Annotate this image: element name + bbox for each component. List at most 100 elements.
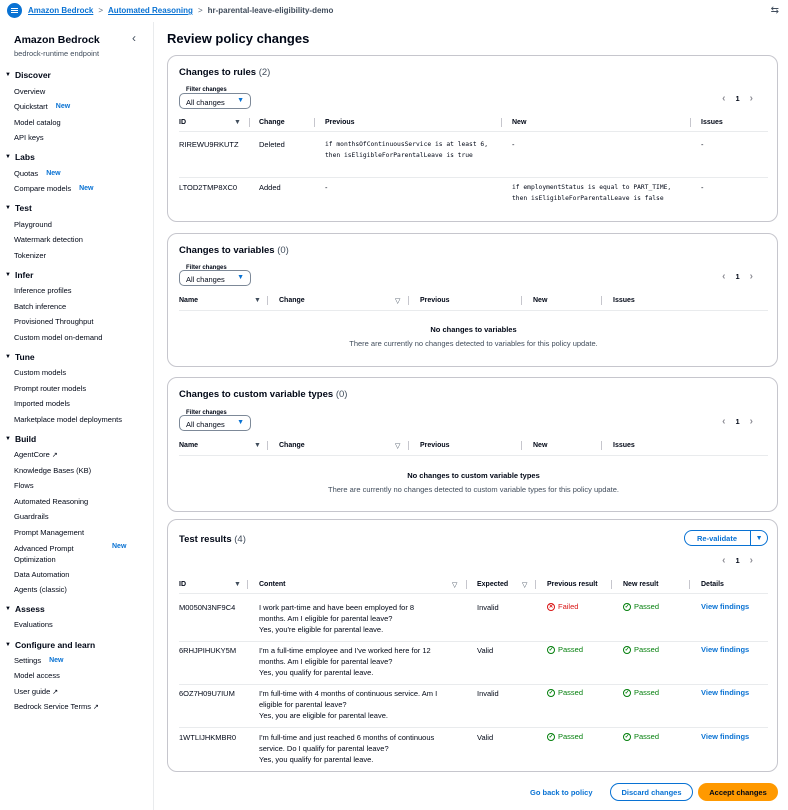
page-number[interactable]: 1 [735, 556, 739, 565]
col-header-change[interactable]: Change [279, 297, 305, 304]
col-header-name[interactable]: Name [179, 297, 198, 304]
sort-icon[interactable]: ▽ [395, 297, 400, 305]
sidebar-item-provisioned-throughput[interactable]: Provisioned Throughput [14, 317, 94, 326]
next-page-icon[interactable]: › [750, 416, 753, 427]
sort-icon[interactable]: ▼ [234, 581, 241, 588]
sidebar-section-assess[interactable]: ▼ Assess [5, 604, 45, 614]
sidebar-section-infer[interactable]: ▼ Infer [5, 270, 33, 280]
sidebar-item-service-terms[interactable]: Bedrock Service Terms ↗ [14, 702, 99, 711]
sidebar-item-prompt-management[interactable]: Prompt Management [14, 528, 84, 537]
sidebar-section-build[interactable]: ▼ Build [5, 434, 36, 444]
col-header-issues[interactable]: Issues [701, 119, 723, 126]
prev-page-icon[interactable]: ‹ [722, 93, 725, 104]
sort-icon[interactable]: ▽ [395, 442, 400, 450]
col-header-previous[interactable]: Previous [420, 442, 450, 449]
next-page-icon[interactable]: › [750, 555, 753, 566]
sidebar-item-watermark-detection[interactable]: Watermark detection [14, 235, 83, 244]
view-findings-link[interactable]: View findings [701, 688, 749, 697]
breadcrumb-automated-reasoning[interactable]: Automated Reasoning [108, 6, 193, 15]
sidebar-item-compare-models[interactable]: Compare models New [14, 184, 94, 193]
view-findings-link[interactable]: View findings [701, 645, 749, 654]
sidebar-section-discover[interactable]: ▼ Discover [5, 70, 51, 80]
sort-icon[interactable]: ▼ [254, 297, 261, 304]
col-header-previous-result[interactable]: Previous result [547, 581, 598, 588]
sidebar-item-model-catalog[interactable]: Model catalog [14, 118, 61, 127]
sidebar-item-prompt-router-models[interactable]: Prompt router models [14, 384, 86, 393]
col-header-change[interactable]: Change [259, 119, 285, 126]
sort-icon[interactable]: ▼ [254, 442, 261, 449]
sidebar-item-tokenizer[interactable]: Tokenizer [14, 251, 46, 260]
col-header-id[interactable]: ID [179, 119, 186, 126]
column-divider [267, 441, 268, 450]
sidebar-item-playground[interactable]: Playground [14, 220, 52, 229]
sidebar-item-evaluations[interactable]: Evaluations [14, 620, 53, 629]
collapse-sidebar-icon[interactable]: ‹ [132, 31, 136, 45]
sidebar-item-agentcore[interactable]: AgentCore ↗ [14, 450, 58, 459]
sidebar-item-quickstart[interactable]: Quickstart New [14, 102, 70, 111]
caret-down-icon[interactable]: ▼ [751, 535, 767, 542]
filter-select[interactable]: All changes ▼ [179, 415, 251, 431]
sidebar-item-knowledge-bases[interactable]: Knowledge Bases (KB) [14, 466, 91, 475]
sidebar-item-batch-inference[interactable]: Batch inference [14, 302, 66, 311]
view-findings-link[interactable]: View findings [701, 732, 749, 741]
sidebar-item-user-guide[interactable]: User guide ↗ [14, 687, 58, 696]
filter-select[interactable]: All changes ▼ [179, 270, 251, 286]
col-header-id[interactable]: ID [179, 581, 186, 588]
go-back-button[interactable]: Go back to policy [530, 788, 593, 797]
prev-page-icon[interactable]: ‹ [722, 271, 725, 282]
discard-changes-button[interactable]: Discard changes [610, 783, 693, 801]
prev-page-icon[interactable]: ‹ [722, 555, 725, 566]
split-panel-icon[interactable]: ⇆ [771, 5, 779, 16]
view-findings-link[interactable]: View findings [701, 602, 749, 611]
sidebar-item-model-access[interactable]: Model access [14, 671, 60, 680]
sidebar-item-automated-reasoning[interactable]: Automated Reasoning [14, 497, 88, 506]
caret-down-icon: ▼ [237, 419, 244, 426]
page-number[interactable]: 1 [735, 417, 739, 426]
col-header-issues[interactable]: Issues [613, 442, 635, 449]
sidebar-item-settings[interactable]: Settings New [14, 656, 64, 665]
sidebar-item-marketplace-deployments[interactable]: Marketplace model deployments [14, 415, 122, 424]
sidebar-item-quotas[interactable]: Quotas New [14, 169, 61, 178]
breadcrumb-amazon-bedrock[interactable]: Amazon Bedrock [28, 6, 93, 15]
prev-page-icon[interactable]: ‹ [722, 416, 725, 427]
next-page-icon[interactable]: › [750, 93, 753, 104]
menu-icon[interactable] [7, 3, 22, 18]
col-header-details[interactable]: Details [701, 581, 724, 588]
revalidate-button[interactable]: Re-validate ▼ [684, 530, 769, 546]
sidebar-item-custom-models[interactable]: Custom models [14, 368, 66, 377]
sidebar-item-imported-models[interactable]: Imported models [14, 399, 70, 408]
col-header-new[interactable]: New [533, 297, 547, 304]
col-header-new-result[interactable]: New result [623, 581, 658, 588]
sidebar-item-inference-profiles[interactable]: Inference profiles [14, 286, 72, 295]
next-page-icon[interactable]: › [750, 271, 753, 282]
sidebar-section-labs[interactable]: ▼ Labs [5, 152, 35, 162]
sidebar-section-configure[interactable]: ▼ Configure and learn [5, 640, 95, 650]
sidebar-item-guardrails[interactable]: Guardrails [14, 512, 49, 521]
col-header-previous[interactable]: Previous [325, 119, 355, 126]
accept-changes-button[interactable]: Accept changes [698, 783, 778, 801]
col-header-new[interactable]: New [533, 442, 547, 449]
sidebar-item-api-keys[interactable]: API keys [14, 133, 44, 142]
sidebar-section-test[interactable]: ▼ Test [5, 203, 32, 213]
col-header-change[interactable]: Change [279, 442, 305, 449]
sidebar-item-advanced-prompt-optimization[interactable]: Advanced Prompt Optimization [14, 543, 74, 565]
sidebar-item-data-automation[interactable]: Data Automation [14, 570, 69, 579]
sidebar-item-overview[interactable]: Overview [14, 87, 45, 96]
col-header-new[interactable]: New [512, 119, 526, 126]
col-header-expected[interactable]: Expected [477, 581, 508, 588]
col-header-content[interactable]: Content [259, 581, 285, 588]
sort-icon[interactable]: ▽ [452, 581, 457, 589]
page-number[interactable]: 1 [735, 272, 739, 281]
sidebar-section-tune[interactable]: ▼ Tune [5, 352, 35, 362]
sort-icon[interactable]: ▼ [234, 119, 241, 126]
sidebar-item-flows[interactable]: Flows [14, 481, 34, 490]
page-number[interactable]: 1 [735, 94, 739, 103]
col-header-previous[interactable]: Previous [420, 297, 450, 304]
revalidate-label[interactable]: Re-validate [685, 531, 752, 545]
col-header-name[interactable]: Name [179, 442, 198, 449]
sidebar-item-agents-classic[interactable]: Agents (classic) [14, 585, 67, 594]
sidebar-item-custom-model-on-demand[interactable]: Custom model on-demand [14, 333, 102, 342]
sort-icon[interactable]: ▽ [522, 581, 527, 589]
filter-select[interactable]: All changes ▼ [179, 93, 251, 109]
col-header-issues[interactable]: Issues [613, 297, 635, 304]
